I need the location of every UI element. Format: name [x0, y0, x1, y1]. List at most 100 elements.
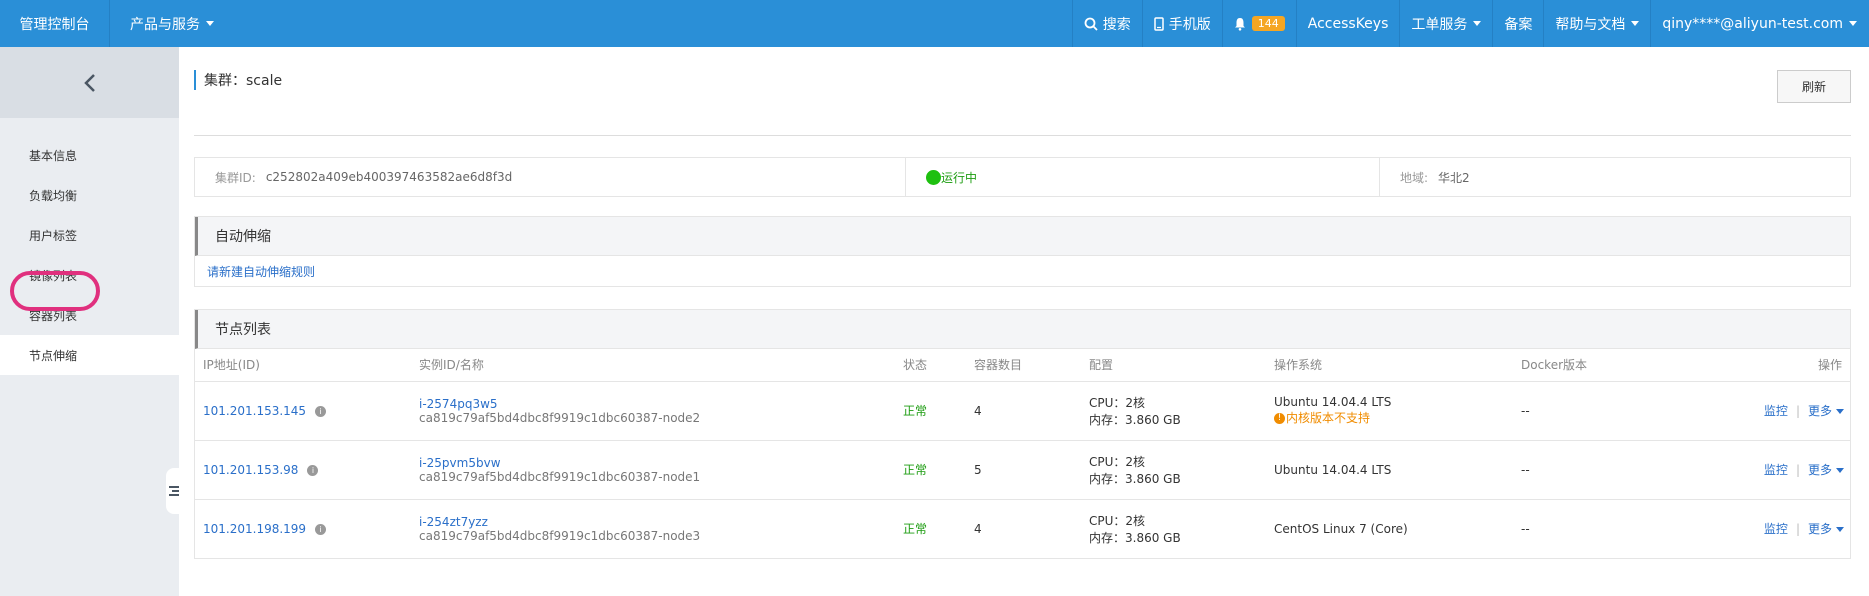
instance-id-link[interactable]: i-254zt7yzz	[419, 515, 903, 529]
instance-id-link[interactable]: i-2574pq3w5	[419, 397, 903, 411]
autoscale-panel: 自动伸缩 请新建自动伸缩规则	[194, 216, 1851, 287]
node-list-panel: 节点列表 IP地址(ID) 实例ID/名称 状态 容器数目 配置 操作系统 Do…	[194, 309, 1851, 559]
info-icon[interactable]: i	[307, 464, 319, 476]
cluster-status-cell: 运行中	[906, 158, 1380, 196]
monitor-link[interactable]: 监控	[1764, 463, 1788, 477]
ip-cell: 101.201.153.145 i	[195, 381, 419, 441]
back-button[interactable]	[0, 47, 179, 118]
region-label: 地域:	[1400, 170, 1429, 185]
instance-cell: i-25pvm5bvw ca819c79af5bd4dbc8f9919c1dbc…	[419, 440, 903, 500]
info-icon[interactable]: i	[315, 523, 327, 535]
node-status: 正常	[903, 522, 928, 537]
sidebar-item-node-scaling[interactable]: 节点伸缩	[0, 335, 179, 375]
more-menu[interactable]: 更多	[1808, 463, 1844, 477]
config-cell: CPU：2核 内存：3.860 GB	[1089, 499, 1274, 558]
column-header: 操作系统	[1274, 349, 1521, 382]
node-ip-link[interactable]: 101.201.198.199	[203, 522, 306, 536]
os-cell: CentOS Linux 7 (Core)	[1274, 499, 1521, 558]
sidebar-item-label: 用户标签	[29, 228, 78, 243]
divider: |	[1795, 404, 1800, 418]
mobile-button[interactable]: 手机版	[1141, 0, 1222, 47]
tickets-menu[interactable]: 工单服务	[1399, 0, 1492, 47]
node-status: 正常	[903, 381, 974, 441]
actions-cell: 监控 | 更多	[1691, 381, 1850, 441]
sidebar: 基本信息 负载均衡 用户标签 镜像列表 容器列表 节点伸缩	[0, 47, 179, 596]
sidebar-item-basic-info[interactable]: 基本信息	[0, 135, 179, 175]
docker-version: --	[1521, 521, 1530, 536]
console-home-link[interactable]: 管理控制台	[0, 0, 110, 47]
search-button[interactable]: 搜索	[1071, 0, 1142, 47]
cluster-region-cell: 地域: 华北2	[1380, 158, 1850, 196]
sidebar-item-label: 基本信息	[29, 148, 78, 163]
node-table: IP地址(ID) 实例ID/名称 状态 容器数目 配置 操作系统 Docker版…	[195, 349, 1850, 558]
node-list-title: 节点列表	[195, 310, 1850, 349]
notifications-button[interactable]: 144	[1221, 0, 1296, 47]
user-menu[interactable]: qiny****@aliyun-test.com	[1650, 0, 1869, 47]
sidebar-item-load-balancing[interactable]: 负载均衡	[0, 175, 179, 215]
products-menu[interactable]: 产品与服务	[110, 0, 234, 47]
config-cell: CPU：2核 内存：3.860 GB	[1089, 381, 1274, 441]
column-header: 实例ID/名称	[419, 349, 903, 382]
main-content: 集群：scale 刷新 集群ID: c252802a409eb400397463…	[179, 47, 1869, 596]
node-ip-link[interactable]: 101.201.153.145	[203, 404, 306, 418]
os-name: CentOS Linux 7 (Core)	[1274, 521, 1408, 536]
monitor-link[interactable]: 监控	[1764, 522, 1788, 536]
more-menu[interactable]: 更多	[1808, 522, 1844, 536]
cluster-info-bar: 集群ID: c252802a409eb400397463582ae6d8f3d …	[194, 157, 1851, 197]
os-warning: ! 内核版本不支持	[1274, 409, 1521, 426]
divider: |	[1795, 463, 1800, 477]
column-header: 配置	[1089, 349, 1274, 382]
cpu-spec: CPU：2核	[1089, 513, 1146, 528]
create-autoscale-rule-link[interactable]: 请新建自动伸缩规则	[207, 263, 315, 280]
memory-spec: 内存：3.860 GB	[1089, 471, 1181, 486]
chevron-down-icon	[206, 21, 214, 26]
accesskeys-link[interactable]: AccessKeys	[1295, 0, 1400, 47]
beian-link[interactable]: 备案	[1492, 0, 1543, 47]
sidebar-item-label: 负载均衡	[29, 188, 78, 203]
instance-cell: i-254zt7yzz ca819c79af5bd4dbc8f9919c1dbc…	[419, 499, 903, 558]
mobile-icon	[1154, 16, 1164, 31]
ip-cell: 101.201.153.98 i	[195, 440, 419, 500]
table-row: 101.201.153.145 i i-2574pq3w5 ca819c79af5…	[195, 381, 1850, 441]
more-menu[interactable]: 更多	[1808, 404, 1844, 418]
chevron-down-icon	[1631, 21, 1640, 26]
cpu-spec: CPU：2核	[1089, 454, 1146, 469]
node-ip-link[interactable]: 101.201.153.98	[203, 463, 298, 477]
chevron-down-icon	[1836, 527, 1844, 533]
region-value: 华北2	[1438, 170, 1470, 185]
container-count: 4	[974, 381, 1089, 441]
mobile-label: 手机版	[1168, 16, 1211, 33]
top-navbar: 管理控制台 产品与服务 搜索 手机版 144 AccessKeys 工单服务 备…	[0, 0, 1869, 47]
bell-icon	[1234, 17, 1245, 31]
refresh-button[interactable]: 刷新	[1777, 70, 1851, 103]
menu-toggle-icon	[169, 486, 179, 496]
column-header: Docker版本	[1521, 349, 1691, 382]
sidebar-item-user-tags[interactable]: 用户标签	[0, 215, 179, 255]
page-title: 集群：scale	[194, 70, 282, 90]
chevron-down-icon	[1849, 21, 1857, 26]
chevron-down-icon	[1836, 409, 1844, 414]
info-icon[interactable]: i	[315, 405, 327, 417]
tickets-menu-label: 工单服务	[1411, 16, 1468, 33]
warning-icon: !	[1274, 413, 1285, 424]
instance-name: ca819c79af5bd4dbc8f9919c1dbc60387-node3	[419, 528, 701, 543]
cluster-id-label: 集群ID:	[215, 170, 256, 185]
config-cell: CPU：2核 内存：3.860 GB	[1089, 440, 1274, 500]
products-menu-label: 产品与服务	[130, 16, 200, 33]
divider: |	[1795, 522, 1800, 537]
actions-cell: 监控 | 更多	[1691, 499, 1850, 558]
divider	[194, 135, 1851, 136]
cluster-status: 运行中	[941, 170, 978, 185]
chevron-down-icon	[1836, 468, 1844, 473]
instance-id-link[interactable]: i-25pvm5bvw	[419, 456, 903, 470]
status-running-icon	[926, 169, 941, 185]
os-warning-text: 内核版本不支持	[1286, 411, 1371, 425]
autoscale-title: 自动伸缩	[195, 217, 1850, 256]
monitor-link[interactable]: 监控	[1764, 404, 1788, 418]
search-icon	[1084, 17, 1098, 31]
cluster-id-cell: 集群ID: c252802a409eb400397463582ae6d8f3d	[195, 158, 906, 196]
sidebar-item-label: 节点伸缩	[29, 348, 78, 363]
help-menu[interactable]: 帮助与文档	[1543, 0, 1650, 47]
ip-cell: 101.201.198.199 i	[195, 499, 419, 558]
help-menu-label: 帮助与文档	[1555, 16, 1626, 33]
